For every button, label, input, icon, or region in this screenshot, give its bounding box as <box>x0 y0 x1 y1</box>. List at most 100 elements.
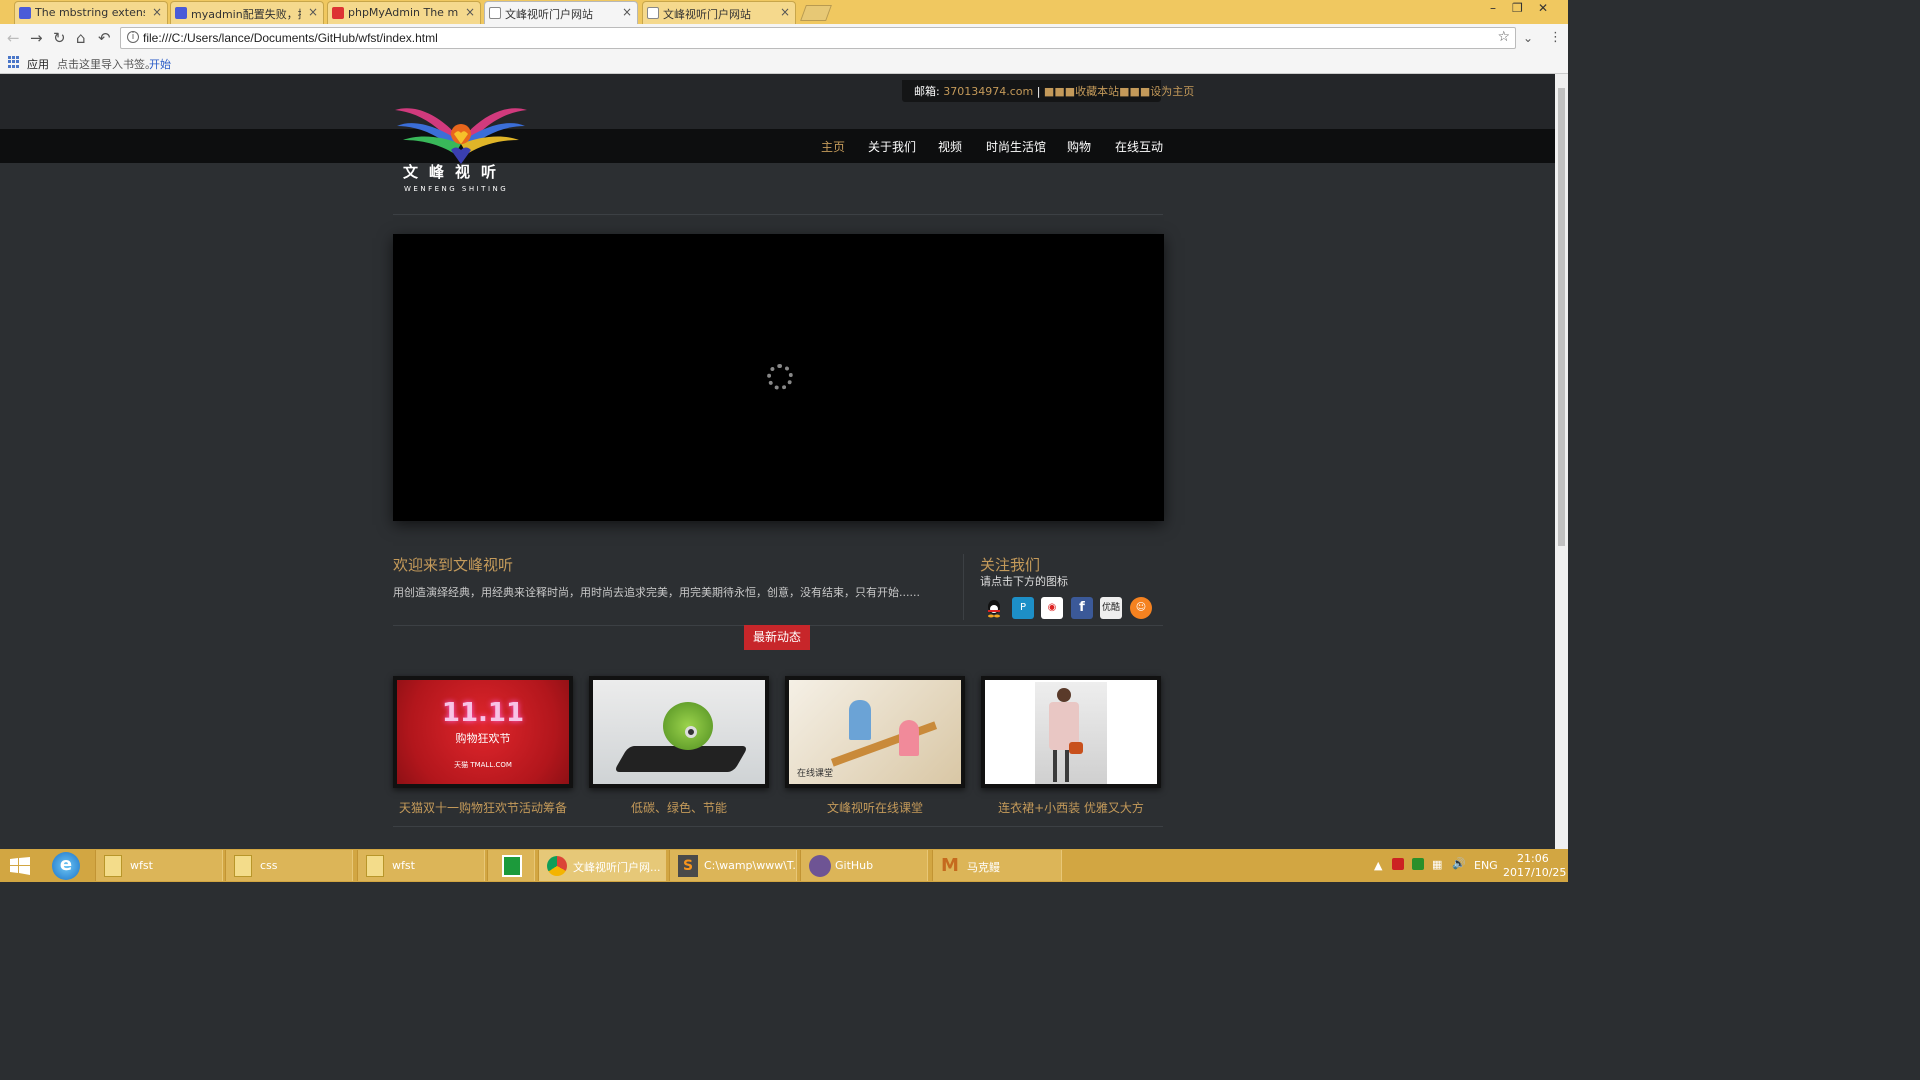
info-icon[interactable]: i <box>127 31 139 43</box>
news-card[interactable]: 在线课堂 <box>785 676 965 788</box>
webpage: 邮箱: 370134974.com | ■■■收藏本站■■■设为主页 文峰视听 … <box>0 74 1555 849</box>
volume-icon[interactable]: 🔊 <box>1452 857 1466 870</box>
promo-badge: 11.11 <box>441 698 525 728</box>
apps-link[interactable]: 应用 <box>27 56 49 72</box>
page-favicon-icon <box>647 7 659 19</box>
bookmark-star-icon[interactable]: ☆ <box>1497 29 1510 45</box>
qq-icon[interactable] <box>983 597 1005 619</box>
clock-date[interactable]: 2017/10/25 <box>1503 866 1566 879</box>
welcome-text: 用创造演绎经典，用经典来诠释时尚，用时尚去追求完美，用完美期待永恒，创意，没有结… <box>393 586 920 599</box>
latest-news-button[interactable]: 最新动态 <box>744 625 810 650</box>
news-card[interactable] <box>981 676 1161 788</box>
tab-close-icon[interactable]: × <box>465 5 475 19</box>
browser-tab[interactable]: The mbstring extensio × <box>14 1 168 24</box>
taskbar-item-explorer[interactable]: wfst <box>357 850 485 881</box>
welcome-title: 欢迎来到文峰视听 <box>393 556 514 574</box>
tray-expand-icon[interactable]: ▲ <box>1374 859 1382 872</box>
store-icon <box>502 855 522 877</box>
tab-close-icon[interactable]: × <box>152 5 162 19</box>
taskbar-item-store[interactable] <box>487 850 535 881</box>
back-arrow-icon[interactable]: ← <box>7 29 20 47</box>
mail-label: 邮箱: <box>914 85 940 98</box>
undo-icon[interactable]: ↶ <box>98 29 111 47</box>
minimize-icon[interactable]: – <box>1490 1 1496 15</box>
bookmarks-bar: 应用 点击这里导入书签。 开始 <box>0 52 1568 74</box>
clock-time[interactable]: 21:06 <box>1517 852 1549 865</box>
browser-tab[interactable]: phpMyAdmin The mbs × <box>327 1 481 24</box>
follow-title: 关注我们 <box>980 556 1041 574</box>
tray-app-icon[interactable] <box>1392 858 1404 870</box>
browser-toolbar: ← → ↻ ⌂ ↶ i file:///C:/Users/lance/Docum… <box>0 24 1568 52</box>
baidu-favicon-icon <box>175 7 187 19</box>
apps-grid-icon[interactable] <box>8 56 20 68</box>
nav-item-interaction[interactable]: 在线互动 <box>1115 138 1163 155</box>
folder-icon <box>234 855 252 877</box>
reload-icon[interactable]: ↻ <box>53 29 66 47</box>
renren-icon[interactable]: ☺ <box>1130 597 1152 619</box>
tab-close-icon[interactable]: × <box>780 5 790 19</box>
pp-icon[interactable]: P <box>1012 597 1034 619</box>
news-card[interactable] <box>589 676 769 788</box>
browser-tab-bar: The mbstring extensio × myadmin配置失败，提示 ×… <box>0 0 1568 25</box>
menu-kebab-icon[interactable]: ⋮ <box>1549 30 1562 45</box>
nav-item-lifestyle[interactable]: 时尚生活馆 <box>986 138 1046 155</box>
card-caption[interactable]: 连衣裙+小西装 优雅又大方 <box>981 799 1161 816</box>
favorite-homepage-links[interactable]: ■■■收藏本站■■■设为主页 <box>1044 85 1194 98</box>
import-bookmarks-hint: 点击这里导入书签。 <box>57 58 156 71</box>
follow-subtitle: 请点击下方的图标 <box>980 575 1068 588</box>
nav-item-home[interactable]: 主页 <box>821 138 845 155</box>
page-scrollbar[interactable] <box>1555 74 1568 849</box>
footer-divider <box>393 826 1163 827</box>
windows-start-icon[interactable] <box>10 857 30 875</box>
nav-item-about[interactable]: 关于我们 <box>868 138 916 155</box>
restore-icon[interactable]: ❐ <box>1512 1 1523 15</box>
browser-tab[interactable]: myadmin配置失败，提示 × <box>170 1 324 24</box>
language-indicator[interactable]: ENG <box>1474 859 1498 872</box>
nav-item-shopping[interactable]: 购物 <box>1067 138 1091 155</box>
green-energy-image <box>593 680 765 784</box>
tray-app-icon[interactable] <box>1412 858 1424 870</box>
top-info-bar: 邮箱: 370134974.com | ■■■收藏本站■■■设为主页 <box>902 80 1194 102</box>
new-tab-button[interactable] <box>800 5 832 21</box>
header-divider <box>393 214 1163 215</box>
chrome-icon <box>547 856 567 876</box>
extension-chevron-icon[interactable]: ⌄ <box>1523 31 1533 45</box>
weibo-icon[interactable]: ◉ <box>1041 597 1063 619</box>
news-card[interactable]: 11.11 购物狂欢节 天猫 TMALL.COM <box>393 676 573 788</box>
site-logo[interactable] <box>393 98 529 198</box>
logo-name: 文峰视听 <box>403 163 508 181</box>
ie-icon[interactable]: e <box>52 852 80 880</box>
url-text[interactable]: file:///C:/Users/lance/Documents/GitHub/… <box>143 31 438 45</box>
youku-icon[interactable]: 优酷 <box>1100 597 1122 619</box>
csdn-favicon-icon <box>332 7 344 19</box>
tab-close-icon[interactable]: × <box>308 5 318 19</box>
browser-tab[interactable]: 文峰视听门户网站 × <box>642 1 796 24</box>
address-bar[interactable]: i file:///C:/Users/lance/Documents/GitHu… <box>120 27 1516 49</box>
close-window-icon[interactable]: ✕ <box>1538 1 1548 15</box>
start-import-link[interactable]: 开始 <box>149 56 171 72</box>
taskbar-item-github[interactable]: GitHub <box>800 850 928 881</box>
nav-item-video[interactable]: 视频 <box>938 138 962 155</box>
section-separator <box>963 554 964 620</box>
forward-arrow-icon[interactable]: → <box>30 29 43 47</box>
taskbar-item-chrome[interactable]: 文峰视听门户网... <box>538 850 666 881</box>
card-caption[interactable]: 低碳、绿色、节能 <box>589 799 769 816</box>
mail-value[interactable]: 370134974.com <box>943 85 1033 98</box>
folder-icon <box>104 855 122 877</box>
tab-close-icon[interactable]: × <box>622 5 632 19</box>
browser-tab-active[interactable]: 文峰视听门户网站 × <box>484 1 638 25</box>
taskbar-item-markman[interactable]: M 马克鳗 <box>932 850 1062 881</box>
network-icon[interactable]: ▦ <box>1432 858 1442 871</box>
scrollbar-thumb[interactable] <box>1558 88 1565 546</box>
taskbar-item-explorer[interactable]: css <box>225 850 353 881</box>
windows-taskbar: e wfst css wfst 文峰视听门户网... S C:\wamp\www… <box>0 849 1568 882</box>
card-caption[interactable]: 文峰视听在线课堂 <box>785 799 965 816</box>
facebook-icon[interactable]: f <box>1071 597 1093 619</box>
markman-icon: M <box>941 855 959 876</box>
taskbar-item-sublime[interactable]: S C:\wamp\www\T... <box>669 850 797 881</box>
promo-subtitle: 购物狂欢节 <box>455 732 511 745</box>
home-icon[interactable]: ⌂ <box>76 29 86 47</box>
card-caption[interactable]: 天猫双十一购物狂欢节活动筹备 <box>393 799 573 816</box>
taskbar-item-explorer[interactable]: wfst <box>95 850 223 881</box>
video-player[interactable] <box>393 234 1164 521</box>
